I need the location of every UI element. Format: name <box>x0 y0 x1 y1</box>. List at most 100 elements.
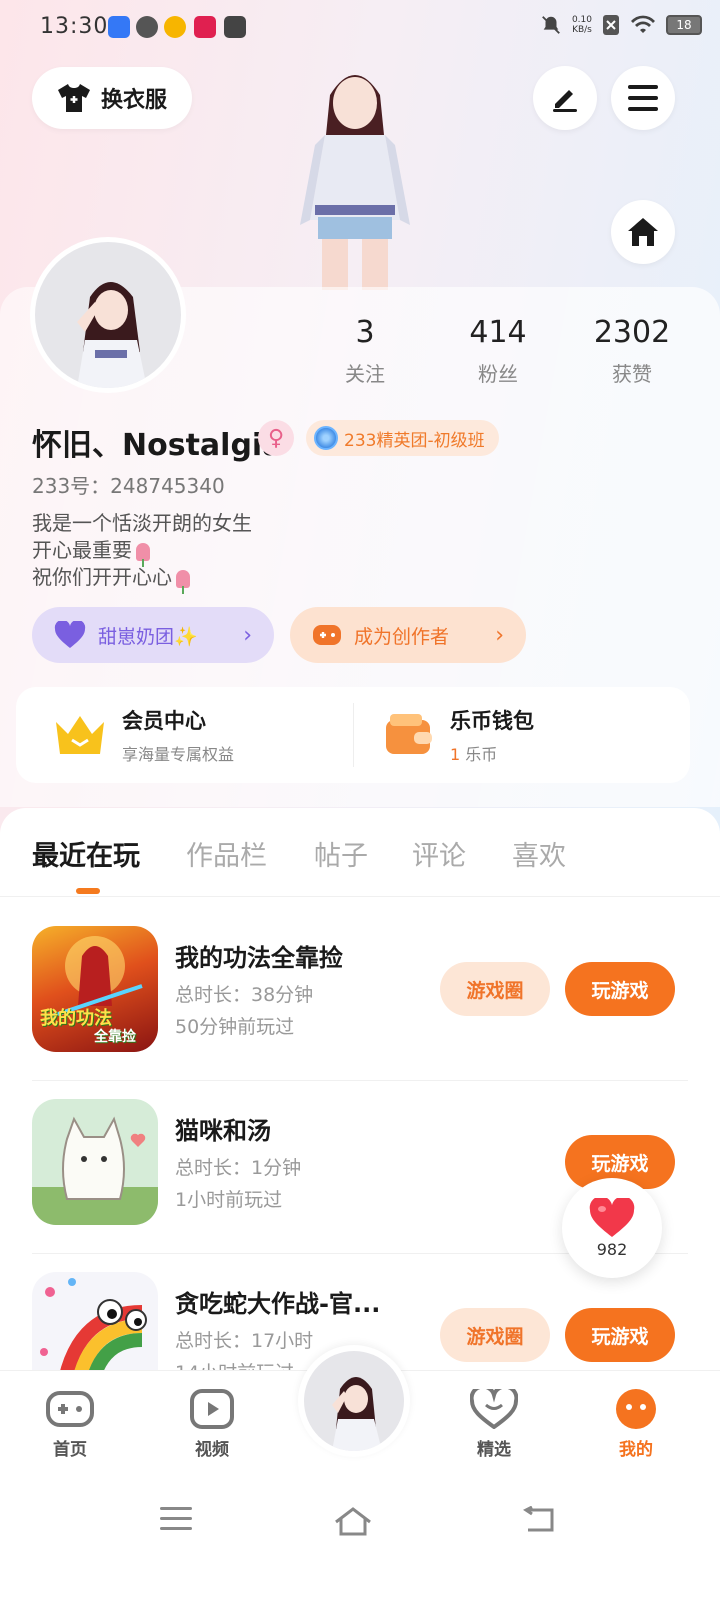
change-outfit-label: 换衣服 <box>100 88 167 113</box>
stat-following[interactable]: 3 关注 <box>305 315 425 387</box>
pen-icon <box>553 90 577 112</box>
sweet-group-label: 甜崽奶团✨ <box>98 625 198 648</box>
profile-tabs: 最近在玩 作品栏 帖子 评论 喜欢 <box>0 808 720 897</box>
net-speed-unit: KB/s <box>572 25 592 35</box>
active-tab-indicator <box>76 888 100 894</box>
stat-likes[interactable]: 2302 获赞 <box>572 315 692 387</box>
member-center-entry[interactable]: 会员中心 享海量专属权益 <box>54 687 234 783</box>
video-app-icon <box>194 16 216 38</box>
game-icon-cat-soup <box>32 1099 158 1225</box>
sweet-group-button[interactable]: 甜崽奶团✨ › <box>32 607 274 663</box>
hamburger-menu-icon <box>628 85 658 111</box>
play-game-button[interactable]: 玩游戏 <box>565 962 675 1016</box>
game-icon-cultivation: 我的功法 全靠捡 <box>32 926 158 1052</box>
home-outline-icon[interactable] <box>334 1506 372 1536</box>
tab-recently-played[interactable]: 最近在玩 <box>32 834 140 873</box>
home-scene-button[interactable] <box>611 200 675 264</box>
followers-count: 414 <box>469 315 527 350</box>
tab-posts[interactable]: 帖子 <box>314 834 368 873</box>
sim-off-icon <box>603 15 619 35</box>
followers-label: 粉丝 <box>478 362 518 386</box>
nav-home-label: 首页 <box>53 1440 87 1460</box>
avatar-character-image <box>332 1377 382 1451</box>
wallet-title: 乐币钱包 <box>450 709 534 733</box>
following-count: 3 <box>355 315 375 350</box>
browser-app-icon <box>136 16 158 38</box>
avatar-3d-character[interactable] <box>270 55 440 290</box>
game-name: 贪吃蛇大作战-官... <box>175 1290 381 1318</box>
nav-avatar-button[interactable] <box>298 1345 410 1457</box>
game-circle-button[interactable]: 游戏圈 <box>440 962 550 1016</box>
female-gender-icon: ♀ <box>258 420 294 456</box>
status-time: 13:30 <box>40 14 109 39</box>
video-play-icon <box>190 1389 234 1429</box>
wallet-entry[interactable]: 乐币钱包 1 乐币 <box>384 687 534 783</box>
tab-works[interactable]: 作品栏 <box>186 834 267 873</box>
purple-heart-icon <box>54 621 86 648</box>
tab-likes[interactable]: 喜欢 <box>512 834 566 873</box>
bio-line-with-tulip: 祝你们开开心心 <box>32 564 252 594</box>
tulip-icon <box>176 569 190 594</box>
stat-followers[interactable]: 414 粉丝 <box>438 315 558 387</box>
battery-indicator: 18 <box>666 15 702 35</box>
become-creator-label: 成为创作者 <box>354 625 450 648</box>
elite-group-badge[interactable]: 233精英团-初级班 <box>306 420 499 456</box>
chevron-right-icon: › <box>495 622 504 648</box>
wallet-icon <box>386 714 432 754</box>
game-circle-button[interactable]: 游戏圈 <box>440 1308 550 1362</box>
likes-received-count: 2302 <box>593 315 671 350</box>
bio-line: 开心最重要 <box>32 538 132 562</box>
game-duration: 总时长：17小时 <box>175 1330 314 1352</box>
become-creator-button[interactable]: 成为创作者 › <box>290 607 526 663</box>
like-count: 982 <box>596 1239 628 1259</box>
wallet-amount: 1 <box>450 745 461 764</box>
back-icon[interactable] <box>522 1506 556 1534</box>
chevron-right-icon: › <box>243 622 252 648</box>
status-bar: 13:30 0.10 KB/s 18 <box>0 0 720 56</box>
wallet-unit: 乐币 <box>465 745 498 764</box>
game-app-icon <box>164 16 186 38</box>
recent-apps-icon[interactable] <box>160 1506 192 1532</box>
net-speed-value: 0.10 <box>571 15 592 25</box>
gamepad-nav-icon <box>46 1391 94 1427</box>
like-float-button[interactable]: 982 <box>562 1178 662 1278</box>
nav-video[interactable]: 视频 <box>172 1389 252 1460</box>
wifi-icon <box>631 15 655 34</box>
user-id: 233号：248745340 <box>32 474 225 498</box>
nav-me-label: 我的 <box>619 1440 653 1460</box>
change-outfit-button[interactable]: 换衣服 <box>32 67 192 129</box>
house-icon <box>628 218 658 246</box>
nav-home[interactable]: 首页 <box>30 1389 110 1460</box>
tulip-icon <box>136 542 150 567</box>
game-icon-subtitle: 全靠捡 <box>94 1029 136 1045</box>
game-last-played: 1小时前玩过 <box>175 1189 283 1211</box>
game-icon-art <box>32 1116 158 1225</box>
divider <box>353 703 354 767</box>
system-navigation-bar <box>0 1480 720 1600</box>
profile-avatar[interactable] <box>30 237 186 393</box>
me-face-icon <box>616 1389 656 1429</box>
nav-featured[interactable]: 精选 <box>454 1389 534 1460</box>
edit-profile-button[interactable] <box>533 66 597 130</box>
nickname: 怀旧、Nostalgia <box>32 428 283 463</box>
game-name: 猫咪和汤 <box>175 1117 271 1145</box>
elite-group-label: 233精英团-初级班 <box>344 430 485 451</box>
bio: 我是一个恬淡开朗的女生 开心最重要 祝你们开开心心 <box>32 510 252 594</box>
baidu-app-icon <box>108 16 130 38</box>
member-center-subtitle: 享海量专属权益 <box>122 745 235 764</box>
nav-video-label: 视频 <box>195 1440 229 1460</box>
elite-gem-icon <box>314 426 338 450</box>
play-game-button[interactable]: 玩游戏 <box>565 1308 675 1362</box>
crown-icon <box>56 716 104 754</box>
avatar-character-image <box>77 282 147 388</box>
menu-button[interactable] <box>611 66 675 130</box>
bio-line: 祝你们开开心心 <box>32 565 172 589</box>
likes-received-label: 获赞 <box>612 362 652 386</box>
nav-me[interactable]: 我的 <box>596 1389 676 1460</box>
network-speed: 0.10 KB/s <box>572 15 592 35</box>
shirt-icon <box>57 84 90 112</box>
character-figure <box>300 75 410 290</box>
tab-comments[interactable]: 评论 <box>412 834 466 873</box>
member-center-title: 会员中心 <box>122 709 206 733</box>
game-row[interactable]: 我的功法 全靠捡 我的功法全靠捡 总时长：38分钟 50分钟前玩过 游戏圈 玩游… <box>0 908 720 1081</box>
